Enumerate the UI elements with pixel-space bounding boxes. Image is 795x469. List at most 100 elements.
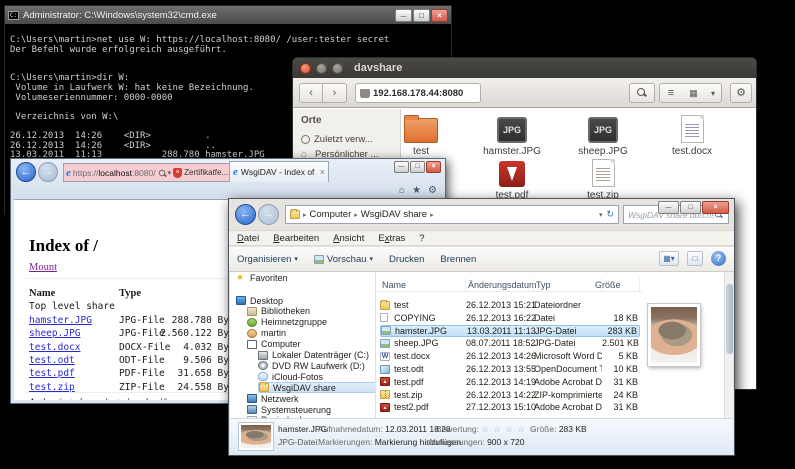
forward-button[interactable] (38, 162, 58, 182)
home-icon[interactable]: ⌂ (399, 185, 405, 196)
breadcrumb-computer[interactable]: Computer (310, 209, 352, 220)
file-label: test (379, 146, 463, 157)
maximize-button[interactable] (332, 63, 343, 74)
table-row-sheep-JPG[interactable]: sheep.JPG08.07.2011 18:52JPG-Datei2.501 … (380, 337, 640, 349)
icon-cell (380, 313, 394, 322)
file-link[interactable]: sheep.JPG (29, 328, 80, 339)
preview-button[interactable]: Vorschau (314, 254, 373, 265)
minimize-button[interactable] (394, 161, 409, 173)
maximize-button[interactable] (680, 201, 701, 214)
menu-datei[interactable]: Datei (237, 233, 259, 244)
cell-type: Adobe Acrobat D... (534, 377, 602, 387)
breadcrumb-wsgidav-share[interactable]: WsgiDAV share (361, 209, 427, 220)
file-link[interactable]: test.docx (29, 342, 80, 353)
icon-box (561, 157, 645, 187)
grid-item-test-zip[interactable]: test.zip (561, 157, 645, 201)
jpg-file-icon (497, 117, 527, 143)
address-field[interactable]: 192.168.178.44:8080 (355, 83, 481, 103)
close-button[interactable] (431, 9, 448, 22)
table-row-hamster-JPG[interactable]: hamster.JPG13.03.2011 11:13JPG-Datei283 … (380, 325, 640, 337)
details-rating[interactable]: Bewertung: ☆ ☆ ☆ ☆ ☆ (436, 424, 538, 435)
cmd-titlebar[interactable]: Administrator: C:\Windows\system32\cmd.e… (5, 6, 451, 24)
grid-item-test[interactable]: test (379, 113, 463, 157)
breadcrumb-arrow-icon (430, 211, 434, 219)
file-link[interactable]: hamster.JPG (29, 315, 92, 326)
search-icon[interactable] (158, 169, 164, 175)
grid-item-test-docx[interactable]: test.docx (650, 113, 734, 157)
minimize-button[interactable] (316, 63, 327, 74)
table-row-test-odt[interactable]: test.odt26.12.2013 13:55OpenDocument T..… (380, 363, 640, 375)
scrollbar-thumb[interactable] (726, 284, 733, 354)
minimize-button[interactable] (395, 9, 412, 22)
table-row-test[interactable]: test26.12.2013 15:21Dateiordner (380, 299, 640, 311)
help-button[interactable] (711, 251, 726, 266)
folder-icon (380, 301, 390, 310)
maximize-button[interactable] (413, 9, 430, 22)
print-button[interactable]: Drucken (389, 254, 424, 265)
list-view-button[interactable] (659, 83, 683, 103)
menu-bearbeiten[interactable]: Bearbeiten (273, 233, 319, 244)
close-button[interactable] (300, 63, 311, 74)
cell-type: Microsoft Word D... (534, 351, 602, 361)
gear-menu-button[interactable] (730, 83, 752, 103)
back-button[interactable] (235, 204, 256, 225)
cell-date: 26.12.2013 16:22 (466, 313, 534, 323)
grid-item-test-pdf[interactable]: test.pdf (470, 157, 554, 201)
gear-icon[interactable]: ⚙ (428, 185, 437, 196)
clock-icon (301, 135, 310, 144)
address-bar[interactable]: https://localhost:8080/ Zertifikatfe... (63, 163, 235, 182)
chevron-down-icon[interactable] (168, 169, 172, 177)
menu-[interactable]: ? (419, 233, 424, 244)
preview-pane-toggle[interactable] (687, 251, 703, 266)
menu-extras[interactable]: Extras (378, 233, 405, 244)
icon-box (561, 113, 645, 143)
ie-logo-icon (233, 166, 238, 178)
table-row-test2-pdf[interactable]: test2.pdf27.12.2013 15:10Adobe Acrobat D… (380, 401, 640, 413)
menu-ansicht[interactable]: Ansicht (333, 233, 364, 244)
nautilus-titlebar[interactable]: davshare (293, 58, 756, 78)
favorites-star-icon[interactable]: ★ (412, 185, 421, 196)
icon-cell (381, 326, 395, 335)
vertical-scrollbar[interactable] (724, 272, 733, 418)
chevron-down-icon (294, 255, 298, 263)
cell-size: 10 KB (602, 364, 640, 374)
search-button[interactable] (629, 83, 655, 103)
cell-size: 283 KB (603, 326, 639, 336)
maximize-button[interactable] (410, 161, 425, 173)
cell-date: 13.03.2011 11:13 (467, 326, 535, 336)
table-row-test-docx[interactable]: test.docx26.12.2013 14:26Microsoft Word … (380, 350, 640, 362)
file-link[interactable]: test.odt (29, 355, 75, 366)
address-dropdown-icon[interactable] (599, 209, 603, 220)
table-row-COPYING[interactable]: COPYING26.12.2013 16:22Datei18 KB (380, 312, 640, 324)
back-button[interactable] (16, 162, 36, 182)
breadcrumb[interactable]: Computer WsgiDAV share (285, 205, 619, 224)
file-link[interactable]: test.pdf (29, 368, 75, 379)
mount-link[interactable]: Mount (29, 262, 57, 273)
forward-button[interactable] (258, 204, 279, 225)
close-button[interactable] (426, 161, 441, 173)
burn-button[interactable]: Brennen (440, 254, 476, 265)
grid-item-sheep-JPG[interactable]: sheep.JPG (561, 113, 645, 157)
grid-view-button[interactable] (682, 83, 706, 103)
icon-cell (380, 403, 394, 412)
organize-button[interactable]: Organisieren (237, 254, 298, 265)
grid-item-hamster-JPG[interactable]: hamster.JPG (470, 113, 554, 157)
icon-cell (380, 390, 394, 399)
close-button[interactable] (702, 201, 729, 214)
cell-date: 26.12.2013 13:55 (466, 364, 534, 374)
back-button[interactable] (299, 83, 323, 103)
change-view-button[interactable] (659, 251, 679, 266)
certificate-error-text[interactable]: Zertifikatfe... (184, 168, 228, 177)
forward-button[interactable] (323, 83, 347, 103)
tab-wsgidav[interactable]: WsgiDAV - Index of / (229, 161, 329, 182)
refresh-icon[interactable] (606, 209, 614, 220)
ie-chrome[interactable]: https://localhost:8080/ Zertifikatfe... … (11, 159, 445, 199)
view-options-chevron[interactable] (705, 83, 722, 103)
cell-name: sheep.JPG (394, 338, 466, 348)
tab-close-icon[interactable] (320, 167, 325, 177)
cell-date: 26.12.2013 14:19 (466, 377, 534, 387)
table-row-test-zip[interactable]: test.zip26.12.2013 14:22ZIP-komprimierte… (380, 389, 640, 401)
table-row-test-pdf[interactable]: test.pdf26.12.2013 14:19Adobe Acrobat D.… (380, 376, 640, 388)
minimize-button[interactable] (658, 201, 679, 214)
ie-window-controls (394, 161, 441, 173)
